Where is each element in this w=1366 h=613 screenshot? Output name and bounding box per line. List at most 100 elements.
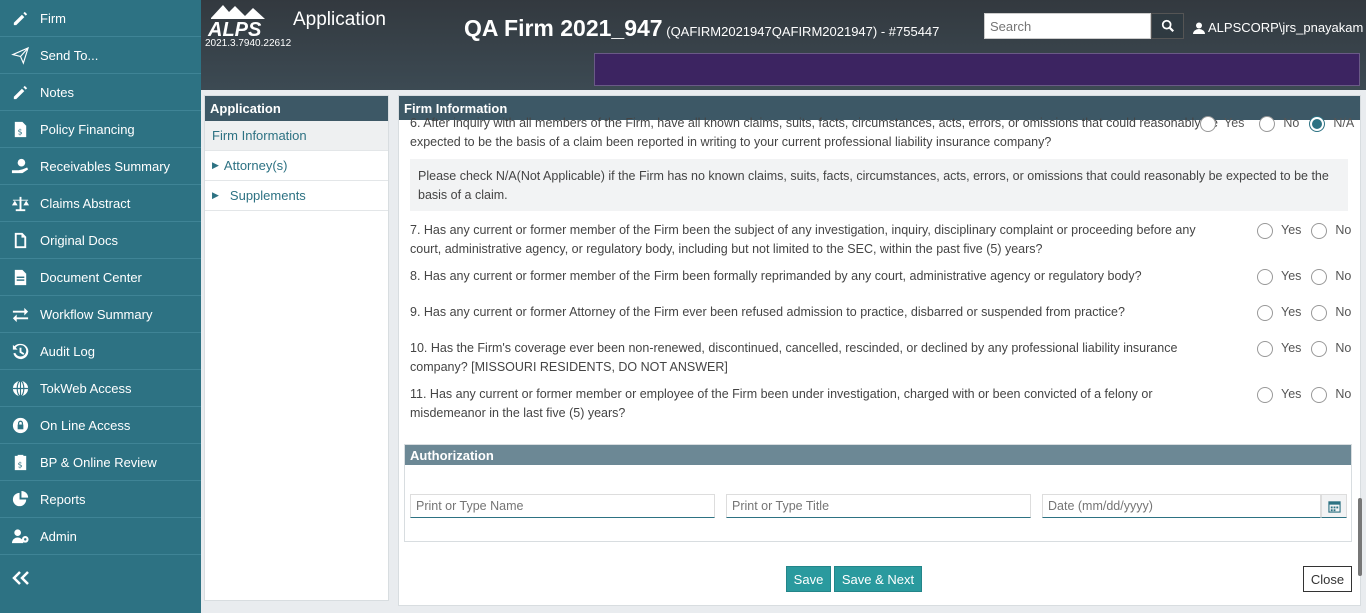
- caret-right-icon: ▶: [212, 190, 219, 200]
- radio-yes[interactable]: [1257, 222, 1273, 239]
- option-no[interactable]: No: [1311, 303, 1351, 322]
- nav-firm-information[interactable]: Firm Information: [205, 121, 388, 151]
- answer-options: Yes No: [1257, 303, 1359, 322]
- save-button[interactable]: Save: [786, 566, 831, 592]
- question-text: 11. Has any current or former member or …: [410, 387, 1153, 420]
- sidebar-item-bp-online-review[interactable]: $ BP & Online Review: [0, 444, 201, 481]
- svg-text:$: $: [17, 127, 22, 136]
- nav-attorneys[interactable]: ▶ Attorney(s): [205, 151, 388, 181]
- balance-scale-icon: [9, 192, 31, 214]
- radio-no[interactable]: [1311, 268, 1328, 285]
- option-no[interactable]: No: [1311, 221, 1351, 240]
- option-yes[interactable]: Yes: [1257, 385, 1301, 404]
- sidebar-item-online-access[interactable]: On Line Access: [0, 407, 201, 444]
- question-text: 7. Has any current or former member of t…: [410, 223, 1196, 256]
- calendar-button[interactable]: [1321, 494, 1347, 518]
- sidebar-item-policy-financing[interactable]: $ Policy Financing: [0, 111, 201, 148]
- firm-title: QA Firm 2021_947 (QAFIRM2021947QAFIRM202…: [464, 15, 939, 42]
- nav-item-label: Attorney(s): [223, 158, 288, 173]
- exchange-arrows-icon: [9, 303, 31, 325]
- close-button[interactable]: Close: [1303, 566, 1352, 592]
- radio-yes[interactable]: [1257, 304, 1273, 321]
- sidebar-item-claims-abstract[interactable]: Claims Abstract: [0, 185, 201, 222]
- answer-options: Yes No N/A: [1200, 114, 1362, 133]
- radio-no[interactable]: [1311, 304, 1328, 321]
- paper-plane-icon: [9, 44, 31, 66]
- question-text: 6. After inquiry with all members of the…: [410, 116, 1218, 149]
- pencil-icon: [9, 81, 31, 103]
- sidebar-item-original-docs[interactable]: Original Docs: [0, 222, 201, 259]
- sidebar-item-admin[interactable]: Admin: [0, 518, 201, 555]
- option-yes[interactable]: Yes: [1257, 267, 1301, 286]
- search-input[interactable]: [984, 13, 1151, 39]
- sidebar-item-label: Workflow Summary: [40, 306, 153, 322]
- question-row: 6. After inquiry with all members of the…: [410, 114, 1354, 152]
- main-content: Firm Information 6. After inquiry with a…: [398, 95, 1361, 606]
- sidebar-item-audit-log[interactable]: Audit Log: [0, 333, 201, 370]
- sidebar-item-label: Policy Financing: [40, 121, 135, 137]
- option-no[interactable]: No: [1259, 114, 1299, 133]
- sidebar-item-workflow-summary[interactable]: Workflow Summary: [0, 296, 201, 333]
- lock-icon: [9, 414, 31, 436]
- radio-no[interactable]: [1259, 115, 1276, 132]
- application-nav-panel: Application Firm Information ▶ Attorney(…: [204, 95, 389, 601]
- search-button[interactable]: [1151, 13, 1184, 39]
- radio-yes[interactable]: [1257, 340, 1273, 357]
- nav-supplements[interactable]: ▶ Supplements: [205, 181, 388, 211]
- question-row: 7. Has any current or former member of t…: [410, 221, 1351, 259]
- radio-no[interactable]: [1311, 386, 1328, 403]
- option-no[interactable]: No: [1311, 339, 1351, 358]
- svg-text:$: $: [17, 460, 22, 469]
- file-icon: [9, 229, 31, 251]
- sidebar-item-label: Audit Log: [40, 343, 95, 359]
- option-yes[interactable]: Yes: [1200, 114, 1244, 133]
- sidebar-item-notes[interactable]: Notes: [0, 74, 201, 111]
- user-name: ALPSCORP\jrs_pnayakam: [1208, 20, 1364, 35]
- calendar-icon: [1327, 500, 1341, 513]
- sidebar-item-label: Document Center: [40, 269, 142, 285]
- radio-yes[interactable]: [1200, 115, 1216, 132]
- sidebar-item-label: Claims Abstract: [40, 195, 131, 211]
- alps-logo: ALPS: [207, 5, 265, 38]
- sidebar-item-label: Receivables Summary: [40, 158, 171, 174]
- notification-banner: [594, 53, 1360, 86]
- radio-yes[interactable]: [1257, 268, 1273, 285]
- application-nav-title: Application: [205, 96, 388, 121]
- sidebar-item-firm[interactable]: Firm: [0, 0, 201, 37]
- sidebar-item-tokweb-access[interactable]: TokWeb Access: [0, 370, 201, 407]
- name-field[interactable]: [410, 494, 715, 518]
- sidebar-item-send-to[interactable]: Send To...: [0, 37, 201, 74]
- na-note: Please check N/A(Not Applicable) if the …: [410, 159, 1348, 211]
- option-no[interactable]: No: [1311, 385, 1351, 404]
- scrollbar[interactable]: [1358, 498, 1362, 576]
- option-na[interactable]: N/A: [1309, 114, 1354, 133]
- users-cog-icon: [9, 525, 31, 547]
- firm-meta: (QAFIRM2021947QAFIRM2021947) - #755447: [666, 24, 940, 39]
- nav-item-label: Firm Information: [212, 128, 307, 143]
- option-no[interactable]: No: [1311, 267, 1351, 286]
- sidebar-item-document-center[interactable]: Document Center: [0, 259, 201, 296]
- question-text: 8. Has any current or former member of t…: [410, 269, 1142, 283]
- authorization-section: Authorization: [404, 444, 1352, 542]
- globe-icon: [9, 377, 31, 399]
- sidebar-item-receivables-summary[interactable]: Receivables Summary: [0, 148, 201, 185]
- collapse-sidebar-button[interactable]: [9, 566, 33, 590]
- app-version: 2021.3.7940.22612: [205, 38, 292, 49]
- sidebar-item-reports[interactable]: Reports: [0, 481, 201, 518]
- sidebar-item-label: Admin: [40, 528, 77, 544]
- question-text: 9. Has any current or former Attorney of…: [410, 305, 1125, 319]
- save-next-button[interactable]: Save & Next: [834, 566, 922, 592]
- user-icon: [1193, 22, 1205, 34]
- sidebar-item-label: On Line Access: [40, 417, 131, 433]
- radio-no[interactable]: [1311, 222, 1328, 239]
- option-yes[interactable]: Yes: [1257, 339, 1301, 358]
- radio-yes[interactable]: [1257, 386, 1273, 403]
- radio-no[interactable]: [1311, 340, 1328, 357]
- nav-item-label: Supplements: [229, 188, 306, 203]
- radio-na[interactable]: [1309, 115, 1326, 132]
- option-yes[interactable]: Yes: [1257, 303, 1301, 322]
- date-field[interactable]: [1042, 494, 1321, 518]
- title-field[interactable]: [726, 494, 1031, 518]
- user-menu[interactable]: ALPSCORP\jrs_pnayakam ▼: [1193, 20, 1366, 35]
- option-yes[interactable]: Yes: [1257, 221, 1301, 240]
